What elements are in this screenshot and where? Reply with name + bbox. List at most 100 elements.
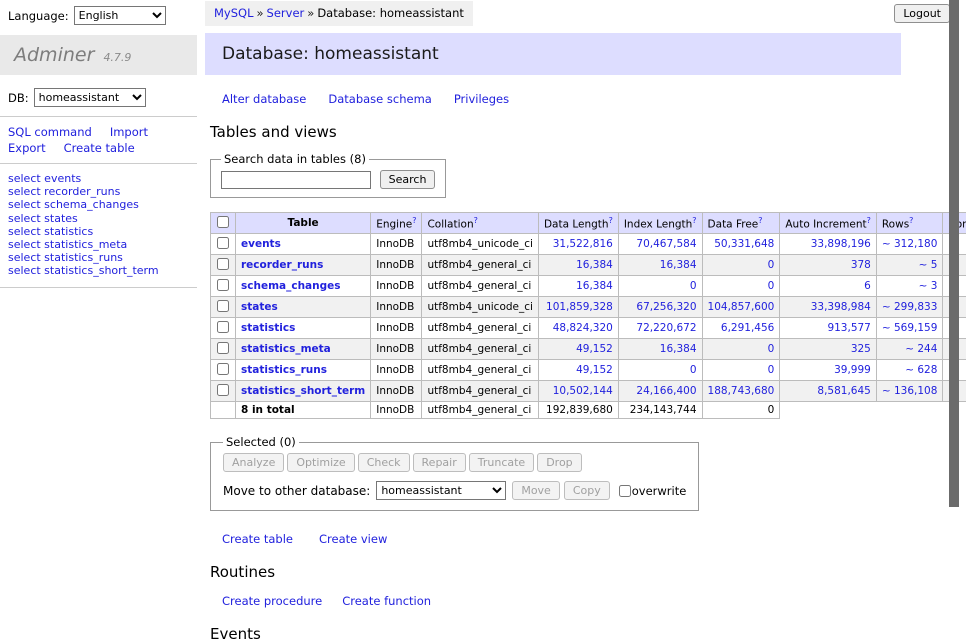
help-icon[interactable]: ? (474, 216, 478, 225)
row-checkbox-statistics_meta[interactable] (217, 342, 229, 354)
check-button[interactable]: Check (358, 453, 410, 472)
auto_increment-link-recorder_runs[interactable]: 378 (851, 259, 871, 271)
drop-button[interactable]: Drop (537, 453, 581, 472)
rows-link-statistics_runs[interactable]: ~ 628 (905, 364, 937, 376)
table-link-events[interactable]: events (241, 238, 281, 250)
auto_increment-link-states[interactable]: 33,398,984 (811, 301, 871, 313)
sidebar-select-statistics[interactable]: select statistics (8, 225, 93, 238)
auto_increment-link-statistics_meta[interactable]: 325 (851, 343, 871, 355)
sidebar-link-export[interactable]: Export (8, 141, 46, 155)
index_length-link-statistics[interactable]: 72,220,672 (636, 322, 696, 334)
create-view-link[interactable]: Create view (319, 532, 387, 546)
data_length-link-events[interactable]: 31,522,816 (553, 238, 613, 250)
overwrite-checkbox[interactable] (619, 485, 631, 497)
data_free-link-events[interactable]: 50,331,648 (714, 238, 774, 250)
sidebar-select-statistics_short_term[interactable]: select statistics_short_term (8, 264, 159, 277)
sidebar-select-statistics_runs[interactable]: select statistics_runs (8, 251, 123, 264)
breadcrumb-link-server[interactable]: Server (267, 6, 305, 20)
rows-link-events[interactable]: ~ 312,180 (882, 238, 938, 250)
data_length-link-statistics_runs[interactable]: 49,152 (576, 364, 613, 376)
row-checkbox-events[interactable] (217, 237, 229, 249)
row-checkbox-statistics[interactable] (217, 321, 229, 333)
action-database-schema[interactable]: Database schema (328, 92, 431, 106)
data_free-link-schema_changes[interactable]: 0 (768, 280, 775, 292)
index_length-link-schema_changes[interactable]: 0 (690, 280, 697, 292)
table-link-schema_changes[interactable]: schema_changes (241, 280, 341, 292)
sidebar-select-schema_changes[interactable]: select schema_changes (8, 198, 139, 211)
action-alter-database[interactable]: Alter database (222, 92, 306, 106)
scrollbar-thumb[interactable] (949, 0, 959, 507)
data_free-link-statistics_short_term[interactable]: 188,743,680 (708, 385, 775, 397)
auto_increment-link-statistics_short_term[interactable]: 8,581,645 (817, 385, 870, 397)
adminer-logo-link[interactable]: Adminer (14, 44, 94, 66)
data_free-link-recorder_runs[interactable]: 0 (768, 259, 775, 271)
create-function-link[interactable]: Create function (342, 594, 431, 608)
index_length-link-statistics_runs[interactable]: 0 (690, 364, 697, 376)
row-checkbox-recorder_runs[interactable] (217, 258, 229, 270)
index_length-link-recorder_runs[interactable]: 16,384 (660, 259, 697, 271)
truncate-button[interactable]: Truncate (469, 453, 534, 472)
rows-link-recorder_runs[interactable]: ~ 5 (919, 259, 938, 271)
sidebar-link-import[interactable]: Import (110, 125, 148, 139)
logout-button[interactable]: Logout (894, 4, 950, 23)
row-checkbox-schema_changes[interactable] (217, 279, 229, 291)
rows-link-statistics_meta[interactable]: ~ 244 (905, 343, 937, 355)
data_length-link-recorder_runs[interactable]: 16,384 (576, 259, 613, 271)
analyze-button[interactable]: Analyze (223, 453, 284, 472)
sidebar-select-states[interactable]: select states (8, 212, 78, 225)
data_free-link-statistics_runs[interactable]: 0 (768, 364, 775, 376)
table-link-states[interactable]: states (241, 301, 278, 313)
help-icon[interactable]: ? (692, 216, 696, 225)
sidebar-link-create-table[interactable]: Create table (64, 141, 135, 155)
row-checkbox-statistics_runs[interactable] (217, 363, 229, 375)
data_length-link-states[interactable]: 101,859,328 (546, 301, 613, 313)
optimize-button[interactable]: Optimize (287, 453, 354, 472)
db-select[interactable]: homeassistant (34, 88, 146, 107)
rows-link-schema_changes[interactable]: ~ 3 (919, 280, 938, 292)
create-procedure-link[interactable]: Create procedure (222, 594, 322, 608)
search-input[interactable] (221, 171, 371, 189)
rows-link-states[interactable]: ~ 299,833 (882, 301, 938, 313)
sidebar-select-events[interactable]: select events (8, 172, 81, 185)
help-icon[interactable]: ? (412, 216, 416, 225)
table-link-statistics[interactable]: statistics (241, 322, 295, 334)
data_free-link-statistics_meta[interactable]: 0 (768, 343, 775, 355)
data_free-link-statistics[interactable]: 6,291,456 (721, 322, 774, 334)
table-link-recorder_runs[interactable]: recorder_runs (241, 259, 323, 271)
data_length-link-schema_changes[interactable]: 16,384 (576, 280, 613, 292)
auto_increment-link-schema_changes[interactable]: 6 (864, 280, 871, 292)
rows-link-statistics_short_term[interactable]: ~ 136,108 (882, 385, 938, 397)
create-table-link[interactable]: Create table (222, 532, 293, 546)
breadcrumb-link-mysql[interactable]: MySQL (214, 6, 254, 20)
data_length-link-statistics[interactable]: 48,824,320 (553, 322, 613, 334)
index_length-link-events[interactable]: 70,467,584 (636, 238, 696, 250)
index_length-link-statistics_short_term[interactable]: 24,166,400 (636, 385, 696, 397)
data_free-link-states[interactable]: 104,857,600 (708, 301, 775, 313)
sidebar-select-recorder_runs[interactable]: select recorder_runs (8, 185, 120, 198)
search-button[interactable]: Search (380, 170, 436, 189)
action-privileges[interactable]: Privileges (454, 92, 509, 106)
help-icon[interactable]: ? (909, 216, 913, 225)
data_length-link-statistics_short_term[interactable]: 10,502,144 (553, 385, 613, 397)
auto_increment-link-statistics[interactable]: 913,577 (827, 322, 870, 334)
language-select[interactable]: English (74, 6, 166, 25)
move-database-select[interactable]: homeassistant (376, 481, 506, 500)
select-all-checkbox[interactable] (217, 216, 229, 228)
auto_increment-link-events[interactable]: 33,898,196 (811, 238, 871, 250)
copy-button[interactable]: Copy (564, 481, 610, 500)
table-link-statistics_meta[interactable]: statistics_meta (241, 343, 331, 355)
index_length-link-statistics_meta[interactable]: 16,384 (660, 343, 697, 355)
table-link-statistics_short_term[interactable]: statistics_short_term (241, 385, 365, 397)
sidebar-select-statistics_meta[interactable]: select statistics_meta (8, 238, 127, 251)
index_length-link-states[interactable]: 67,256,320 (636, 301, 696, 313)
help-icon[interactable]: ? (609, 216, 613, 225)
rows-link-statistics[interactable]: ~ 569,159 (882, 322, 938, 334)
table-link-statistics_runs[interactable]: statistics_runs (241, 364, 327, 376)
help-icon[interactable]: ? (758, 216, 762, 225)
help-icon[interactable]: ? (867, 216, 871, 225)
sidebar-link-sql-command[interactable]: SQL command (8, 125, 92, 139)
move-button[interactable]: Move (512, 481, 560, 500)
auto_increment-link-statistics_runs[interactable]: 39,999 (834, 364, 871, 376)
data_length-link-statistics_meta[interactable]: 49,152 (576, 343, 613, 355)
repair-button[interactable]: Repair (413, 453, 466, 472)
